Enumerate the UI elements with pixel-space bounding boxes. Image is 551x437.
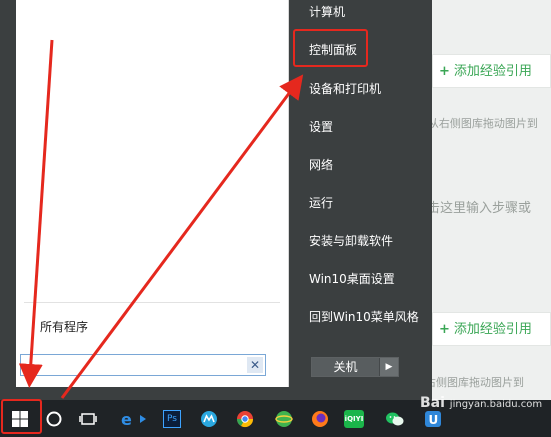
drag-hint: ▢ 从右侧图库拖动图片到 (414, 115, 551, 131)
add-reference-button-2[interactable]: + 添加经验引用 (432, 312, 551, 346)
menu-item-settings[interactable]: 设置 (309, 118, 333, 135)
shutdown-button-group: 关机 ▶ (311, 357, 399, 377)
ie-expand-arrow-icon[interactable] (139, 410, 147, 428)
ie-browser-icon[interactable]: e (119, 410, 137, 428)
svg-text:e: e (121, 410, 132, 428)
menu-item-run[interactable]: 运行 (309, 194, 333, 211)
app-m-icon[interactable] (200, 410, 218, 428)
annotation-box-control-panel (293, 29, 368, 67)
start-search-input[interactable]: ✕ (20, 354, 266, 376)
svg-text:U: U (429, 413, 439, 427)
plus-icon: + (439, 64, 450, 79)
shutdown-button[interactable]: 关机 (312, 358, 379, 376)
wechat-icon[interactable] (385, 410, 405, 428)
menu-item-computer[interactable]: 计算机 (309, 3, 345, 20)
menu-item-win10-menu-style[interactable]: 回到Win10菜单风格 (309, 308, 419, 325)
plus-icon: + (439, 322, 450, 337)
firefox-icon[interactable] (311, 410, 329, 428)
chrome-icon[interactable] (236, 410, 254, 428)
photoshop-icon[interactable]: Ps (163, 410, 181, 428)
menu-item-install-uninstall[interactable]: 安装与卸载软件 (309, 232, 393, 249)
baidu-watermark: Bai jingyan.baidu.com (420, 395, 543, 411)
divider (24, 302, 280, 303)
task-view-icon[interactable] (79, 410, 97, 428)
drag-hint-bottom: 从右侧图库拖动图片到 (414, 376, 524, 389)
menu-item-network[interactable]: 网络 (309, 156, 333, 173)
add-reference-button[interactable]: + 添加经验引用 (432, 54, 551, 88)
menu-item-devices-printers[interactable]: 设备和打印机 (309, 80, 381, 97)
iqiyi-icon[interactable]: iQIYI (344, 410, 364, 428)
cortana-circle-icon[interactable] (45, 410, 63, 428)
step-input[interactable]: 点击这里输入步骤或 (414, 192, 551, 226)
shutdown-options-arrow-icon[interactable]: ▶ (379, 358, 398, 376)
menu-item-win10-desktop-settings[interactable]: Win10桌面设置 (309, 270, 395, 287)
360-browser-icon[interactable] (275, 410, 293, 428)
annotation-box-start-button (1, 399, 42, 434)
uu-icon[interactable]: U (424, 410, 442, 428)
clear-search-icon[interactable]: ✕ (247, 357, 263, 373)
all-programs-link[interactable]: 所有程序 (40, 318, 88, 335)
